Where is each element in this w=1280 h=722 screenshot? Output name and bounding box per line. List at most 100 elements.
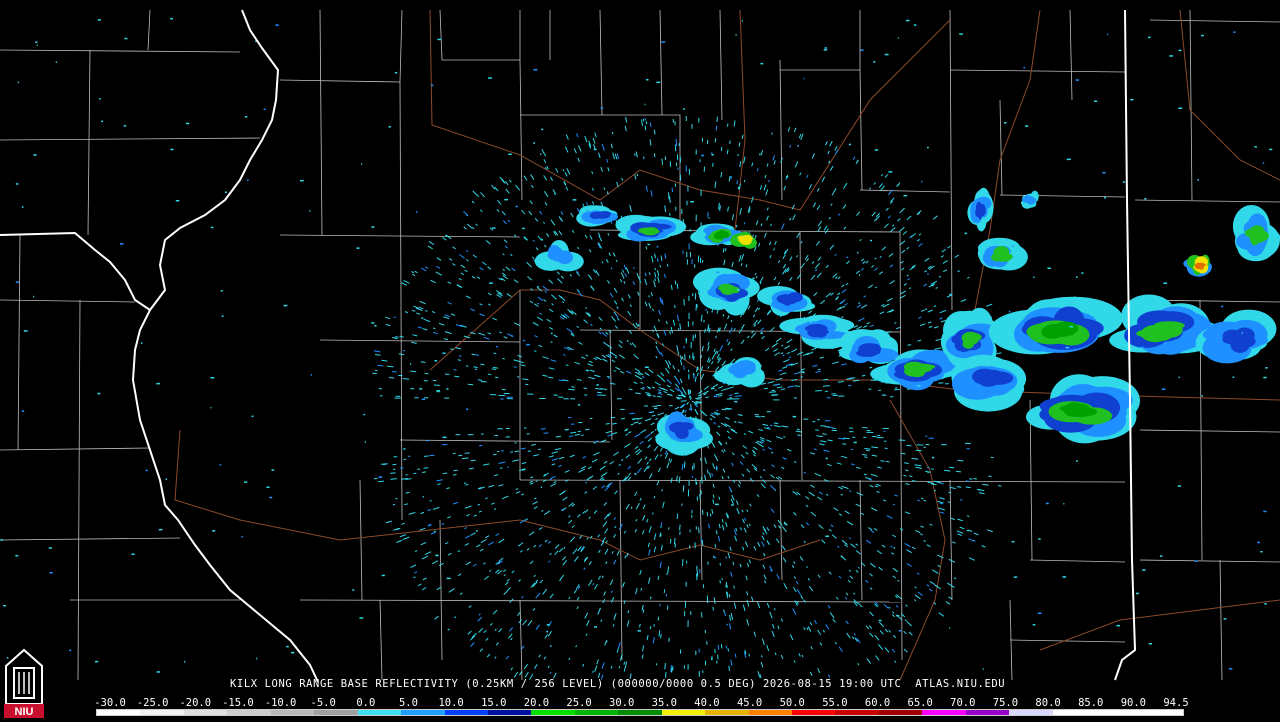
echo-streak bbox=[628, 466, 631, 469]
echo-streak bbox=[378, 481, 384, 482]
county-line bbox=[0, 50, 240, 52]
echo-streak bbox=[776, 384, 780, 385]
echo-streak bbox=[781, 619, 782, 622]
echo-streak bbox=[612, 132, 613, 134]
echo-streak bbox=[606, 424, 610, 425]
echo-streak bbox=[578, 342, 582, 344]
echo-streak bbox=[857, 326, 862, 329]
echo-streak bbox=[431, 280, 436, 283]
echo-streak bbox=[377, 365, 383, 366]
echo-streak bbox=[649, 459, 651, 462]
echo-streak bbox=[656, 356, 657, 358]
county-line bbox=[320, 10, 322, 235]
echo-streak bbox=[488, 374, 492, 375]
echo-streak bbox=[939, 613, 944, 617]
echo-streak bbox=[761, 483, 766, 488]
echo-streak bbox=[565, 172, 567, 176]
echo-streak bbox=[698, 367, 699, 370]
echo-streak bbox=[634, 382, 638, 383]
echo-speckle bbox=[1270, 324, 1273, 326]
echo-streak bbox=[921, 526, 924, 527]
echo-streak bbox=[669, 361, 671, 365]
echo-streak bbox=[896, 327, 900, 329]
echo-streak bbox=[579, 145, 582, 151]
echo-speckle bbox=[438, 39, 442, 41]
echo-streak bbox=[697, 373, 698, 376]
echo-streak bbox=[924, 284, 927, 286]
echo-streak bbox=[869, 188, 870, 190]
echo-streak bbox=[670, 539, 671, 544]
echo-speckle bbox=[146, 470, 148, 472]
echo-streak bbox=[847, 257, 849, 259]
echo-streak bbox=[428, 246, 433, 249]
echo-streak bbox=[782, 526, 786, 531]
echo-streak bbox=[861, 259, 864, 261]
colorbar-segment bbox=[140, 710, 183, 715]
colorbar-segment bbox=[401, 710, 444, 715]
echo-streak bbox=[712, 509, 713, 514]
echo-streak bbox=[466, 562, 471, 565]
echo-streak bbox=[681, 360, 682, 365]
echo-streak bbox=[793, 609, 796, 615]
echo-streak bbox=[493, 454, 497, 455]
echo-streak bbox=[514, 323, 520, 326]
echo-streak bbox=[731, 320, 732, 322]
echo-cell bbox=[980, 370, 1004, 383]
echo-streak bbox=[695, 409, 698, 415]
echo-streak bbox=[550, 594, 553, 598]
echo-streak bbox=[621, 418, 625, 419]
echo-streak bbox=[616, 260, 617, 262]
echo-speckle bbox=[965, 233, 968, 235]
echo-streak bbox=[878, 644, 882, 649]
scale-label: 45.0 bbox=[737, 697, 762, 709]
echo-streak bbox=[835, 146, 837, 150]
echo-streak bbox=[842, 444, 846, 445]
echo-streak bbox=[472, 354, 476, 355]
echo-streak bbox=[642, 119, 643, 126]
echo-streak bbox=[562, 556, 565, 560]
echo-streak bbox=[424, 319, 429, 321]
echo-streak bbox=[631, 507, 632, 509]
echo-streak bbox=[415, 551, 417, 552]
echo-streak bbox=[559, 457, 564, 459]
echo-streak bbox=[864, 448, 870, 449]
echo-streak bbox=[675, 543, 676, 547]
scale-label: 80.0 bbox=[1035, 697, 1060, 709]
echo-speckle bbox=[311, 374, 312, 376]
echo-streak bbox=[809, 586, 813, 591]
echo-speckle bbox=[156, 383, 160, 385]
echo-streak bbox=[453, 264, 456, 266]
echo-streak bbox=[726, 646, 727, 649]
echo-speckle bbox=[1076, 460, 1078, 462]
echo-speckle bbox=[95, 661, 98, 663]
echo-speckle bbox=[159, 529, 163, 531]
echo-streak bbox=[577, 597, 579, 600]
echo-streak bbox=[818, 227, 821, 232]
echo-streak bbox=[868, 528, 872, 530]
echo-streak bbox=[419, 307, 423, 309]
echo-streak bbox=[968, 530, 972, 532]
echo-streak bbox=[519, 580, 521, 582]
echo-speckle bbox=[124, 38, 127, 40]
echo-streak bbox=[518, 361, 524, 363]
echo-speckle bbox=[1034, 352, 1036, 354]
echo-streak bbox=[934, 490, 936, 491]
echo-streak bbox=[656, 418, 658, 419]
echo-streak bbox=[997, 353, 1002, 354]
echo-streak bbox=[600, 328, 602, 329]
echo-speckle bbox=[540, 154, 541, 156]
echo-streak bbox=[916, 450, 922, 451]
echo-speckle bbox=[854, 442, 857, 444]
echo-streak bbox=[624, 444, 630, 448]
echo-streak bbox=[544, 657, 546, 660]
echo-streak bbox=[958, 271, 960, 272]
echo-streak bbox=[637, 174, 638, 176]
echo-streak bbox=[862, 375, 865, 376]
county-line bbox=[400, 440, 610, 442]
echo-streak bbox=[767, 540, 770, 545]
echo-streak bbox=[645, 279, 647, 285]
echo-streak bbox=[568, 520, 571, 523]
echo-streak bbox=[730, 328, 733, 334]
echo-streak bbox=[798, 145, 799, 147]
echo-speckle bbox=[186, 123, 189, 125]
